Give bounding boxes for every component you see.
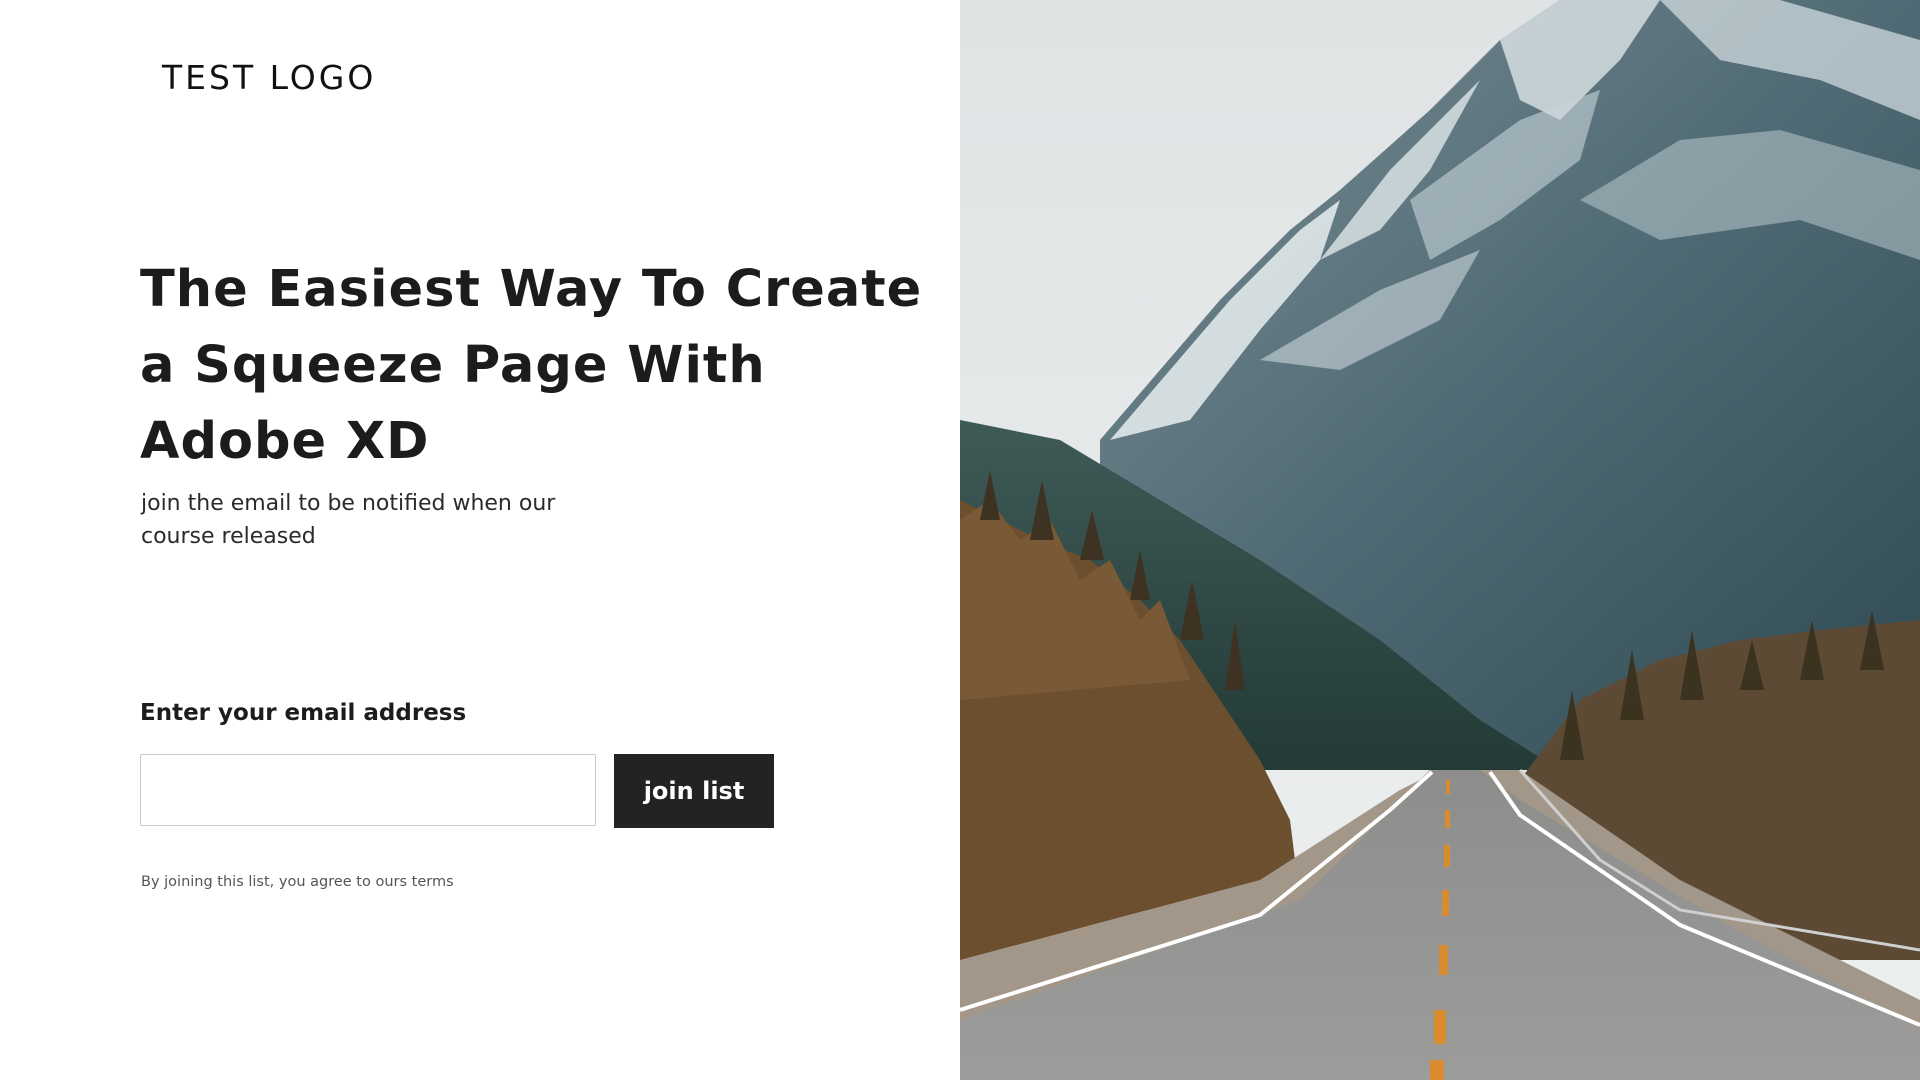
page-headline: The Easiest Way To Create a Squeeze Page… [140,260,923,471]
hero-image [960,0,1920,1080]
terms-notice: By joining this list, you agree to ours … [141,874,454,890]
page-subtitle: join the email to be notified when our c… [141,491,556,549]
email-label: Enter your email address [140,700,467,726]
signup-panel: TEST LOGO The Easiest Way To Create a Sq… [0,0,960,1080]
join-list-button[interactable]: join list [614,754,774,828]
brand-logo: TEST LOGO [162,58,377,97]
mountain-road-illustration [960,0,1920,1080]
email-input[interactable] [140,754,596,826]
